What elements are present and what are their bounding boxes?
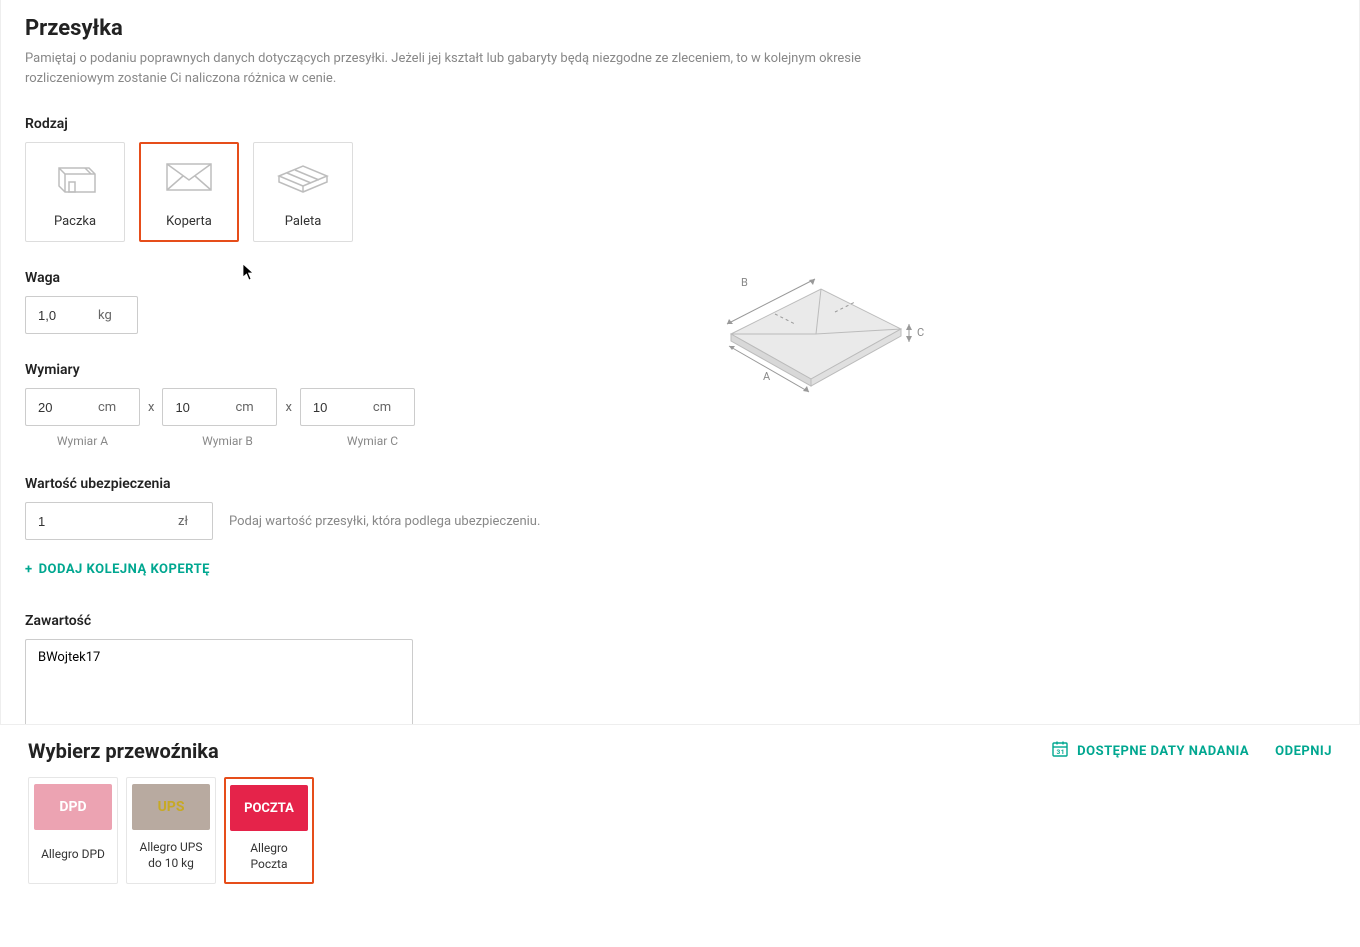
carrier-label-poczta: Allegro Poczta	[232, 841, 306, 872]
dim-c-input[interactable]	[313, 400, 373, 415]
svg-text:31: 31	[1057, 748, 1065, 756]
type-card-paczka[interactable]: Paczka	[25, 142, 125, 242]
times-2: x	[285, 400, 291, 415]
type-card-koperta[interactable]: Koperta	[139, 142, 239, 242]
add-envelope-label: DODAJ KOLEJNĄ KOPERTĘ	[39, 562, 210, 577]
diagram-label-c: C	[917, 326, 924, 339]
type-label-koperta: Koperta	[166, 214, 212, 229]
carrier-logo-dpd: DPD	[34, 784, 112, 830]
carrier-card-ups[interactable]: UPS Allegro UPS do 10 kg	[126, 777, 216, 884]
carrier-label-dpd: Allegro DPD	[41, 840, 105, 870]
add-envelope-button[interactable]: + DODAJ KOLEJNĄ KOPERTĘ	[25, 562, 210, 577]
box-icon	[47, 156, 103, 200]
weight-unit: kg	[98, 308, 112, 323]
dim-a-unit: cm	[98, 400, 116, 415]
insurance-input[interactable]	[38, 514, 178, 529]
type-label-paczka: Paczka	[54, 214, 96, 229]
type-label: Rodzaj	[25, 116, 685, 132]
carrier-label-ups: Allegro UPS do 10 kg	[133, 840, 209, 871]
dim-c-caption: Wymiar C	[315, 434, 430, 448]
content-label: Zawartość	[25, 613, 685, 629]
type-row: Paczka Koperta	[25, 142, 685, 242]
dim-b-caption: Wymiar B	[170, 434, 285, 448]
insurance-unit: zł	[178, 514, 188, 529]
carrier-title: Wybierz przewoźnika	[28, 739, 219, 763]
weight-label: Waga	[25, 270, 685, 286]
dim-a-input[interactable]	[38, 400, 98, 415]
times-1: x	[148, 400, 154, 415]
carrier-card-poczta[interactable]: POCZTA Allegro Poczta	[224, 777, 314, 884]
shipment-title: Przesyłka	[25, 16, 1335, 41]
diagram-label-a: A	[763, 370, 771, 383]
envelope-icon	[161, 156, 217, 200]
unpin-button[interactable]: ODEPNIJ	[1275, 744, 1332, 759]
carrier-logo-ups: UPS	[132, 784, 210, 830]
dims-label: Wymiary	[25, 362, 685, 378]
dim-c-unit: cm	[373, 400, 391, 415]
weight-input[interactable]	[38, 308, 98, 323]
dim-b-input[interactable]	[175, 400, 235, 415]
insurance-label: Wartość ubezpieczenia	[25, 476, 685, 492]
available-dates-button[interactable]: 31 DOSTĘPNE DATY NADANIA	[1051, 740, 1249, 762]
diagram-label-b: B	[741, 276, 748, 289]
available-dates-label: DOSTĘPNE DATY NADANIA	[1077, 744, 1249, 759]
insurance-hint: Podaj wartość przesyłki, która podlega u…	[229, 514, 540, 529]
type-label-paleta: Paleta	[285, 214, 322, 229]
carrier-card-dpd[interactable]: DPD Allegro DPD	[28, 777, 118, 884]
type-card-paleta[interactable]: Paleta	[253, 142, 353, 242]
plus-icon: +	[25, 562, 33, 577]
shipment-desc: Pamiętaj o podaniu poprawnych danych dot…	[25, 49, 875, 88]
calendar-icon: 31	[1051, 740, 1069, 762]
carrier-logo-poczta: POCZTA	[230, 785, 308, 831]
envelope-diagram: A B C	[701, 264, 931, 408]
content-textarea[interactable]	[25, 639, 413, 725]
dim-a-caption: Wymiar A	[25, 434, 140, 448]
pallet-icon	[275, 156, 331, 200]
carriers-row: DPD Allegro DPD UPS Allegro UPS do 10 kg…	[28, 777, 1332, 884]
dim-b-unit: cm	[235, 400, 253, 415]
